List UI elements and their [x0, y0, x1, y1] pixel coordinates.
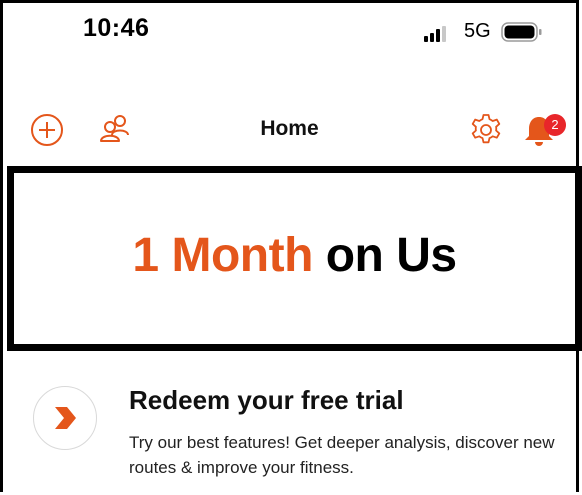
gear-icon[interactable] — [469, 113, 503, 147]
battery-icon — [501, 22, 542, 42]
chevron-right-icon — [55, 407, 76, 429]
notification-badge: 2 — [544, 114, 566, 136]
promo-banner[interactable]: 1 Month on Us — [7, 166, 582, 351]
app-screen: 10:46 5G Home 2 1 Month on Us Redeem you… — [0, 0, 582, 493]
card-description: Try our best features! Get deeper analys… — [129, 433, 555, 477]
banner-rest-text: on Us — [325, 229, 457, 282]
status-time: 10:46 — [83, 14, 150, 42]
chevron-badge — [33, 386, 97, 450]
banner-accent-text: 1 Month — [132, 229, 313, 282]
status-bar: 10:46 5G — [3, 3, 576, 83]
signal-icon — [424, 26, 446, 42]
free-trial-card[interactable]: Redeem your free trial Try our best feat… — [3, 353, 576, 493]
network-type: 5G — [464, 20, 491, 42]
banner-headline: 1 Month on Us — [14, 228, 575, 283]
card-title: Redeem your free trial — [129, 385, 404, 415]
top-nav: Home — [3, 103, 576, 159]
